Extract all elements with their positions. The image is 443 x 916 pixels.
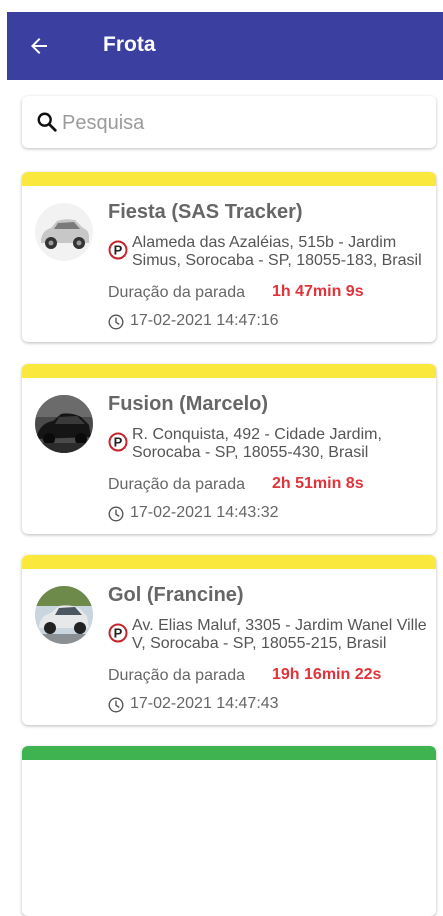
vehicle-avatar	[35, 203, 93, 261]
vehicle-card[interactable]: Fiesta (SAS Tracker) P Alameda das Azalé…	[22, 172, 436, 342]
status-bar	[22, 172, 436, 186]
duration-value: 19h 16min 22s	[272, 666, 382, 683]
timestamp: 17-02-2021 14:47:16	[130, 312, 279, 329]
page-title: Frota	[103, 33, 156, 56]
vehicle-card[interactable]: Fusion (Marcelo) P R. Conquista, 492 - C…	[22, 364, 436, 534]
vehicle-card[interactable]	[22, 746, 436, 916]
duration-value: 1h 47min 9s	[272, 283, 364, 300]
vehicle-address: R. Conquista, 492 - Cidade Jardim, Soroc…	[132, 426, 382, 461]
vehicle-name: Fusion (Marcelo)	[108, 393, 269, 415]
vehicle-name: Gol (Francine)	[108, 584, 244, 606]
clock-icon	[108, 506, 124, 522]
duration-label: Duração da parada	[108, 667, 245, 684]
clock-icon	[108, 314, 124, 330]
vehicle-avatar	[35, 586, 93, 644]
svg-text:P: P	[114, 243, 123, 258]
timestamp: 17-02-2021 14:47:43	[130, 695, 279, 712]
status-bar	[22, 364, 436, 378]
vehicle-card[interactable]: Gol (Francine) P Av. Elias Maluf, 3305 -…	[22, 555, 436, 725]
vehicle-address: Av. Elias Maluf, 3305 - Jardim Wanel Vil…	[132, 617, 427, 652]
arrow-left-icon[interactable]	[27, 34, 51, 58]
svg-text:P: P	[114, 435, 123, 450]
clock-icon	[108, 697, 124, 713]
status-bar	[22, 555, 436, 569]
vehicle-avatar	[35, 395, 93, 453]
svg-text:P: P	[114, 626, 123, 641]
parking-icon: P	[108, 240, 128, 260]
duration-label: Duração da parada	[108, 476, 245, 493]
search-input[interactable]	[60, 106, 424, 140]
parking-icon: P	[108, 432, 128, 452]
vehicle-address: Alameda das Azaléias, 515b - Jardim Simu…	[132, 234, 422, 269]
app-bar: Frota	[7, 12, 443, 80]
duration-label: Duração da parada	[108, 284, 245, 301]
search-box[interactable]	[22, 96, 436, 148]
status-bar	[22, 746, 436, 760]
parking-icon: P	[108, 623, 128, 643]
search-icon	[37, 112, 57, 132]
duration-value: 2h 51min 8s	[272, 475, 364, 492]
vehicle-name: Fiesta (SAS Tracker)	[108, 201, 303, 223]
timestamp: 17-02-2021 14:43:32	[130, 504, 279, 521]
